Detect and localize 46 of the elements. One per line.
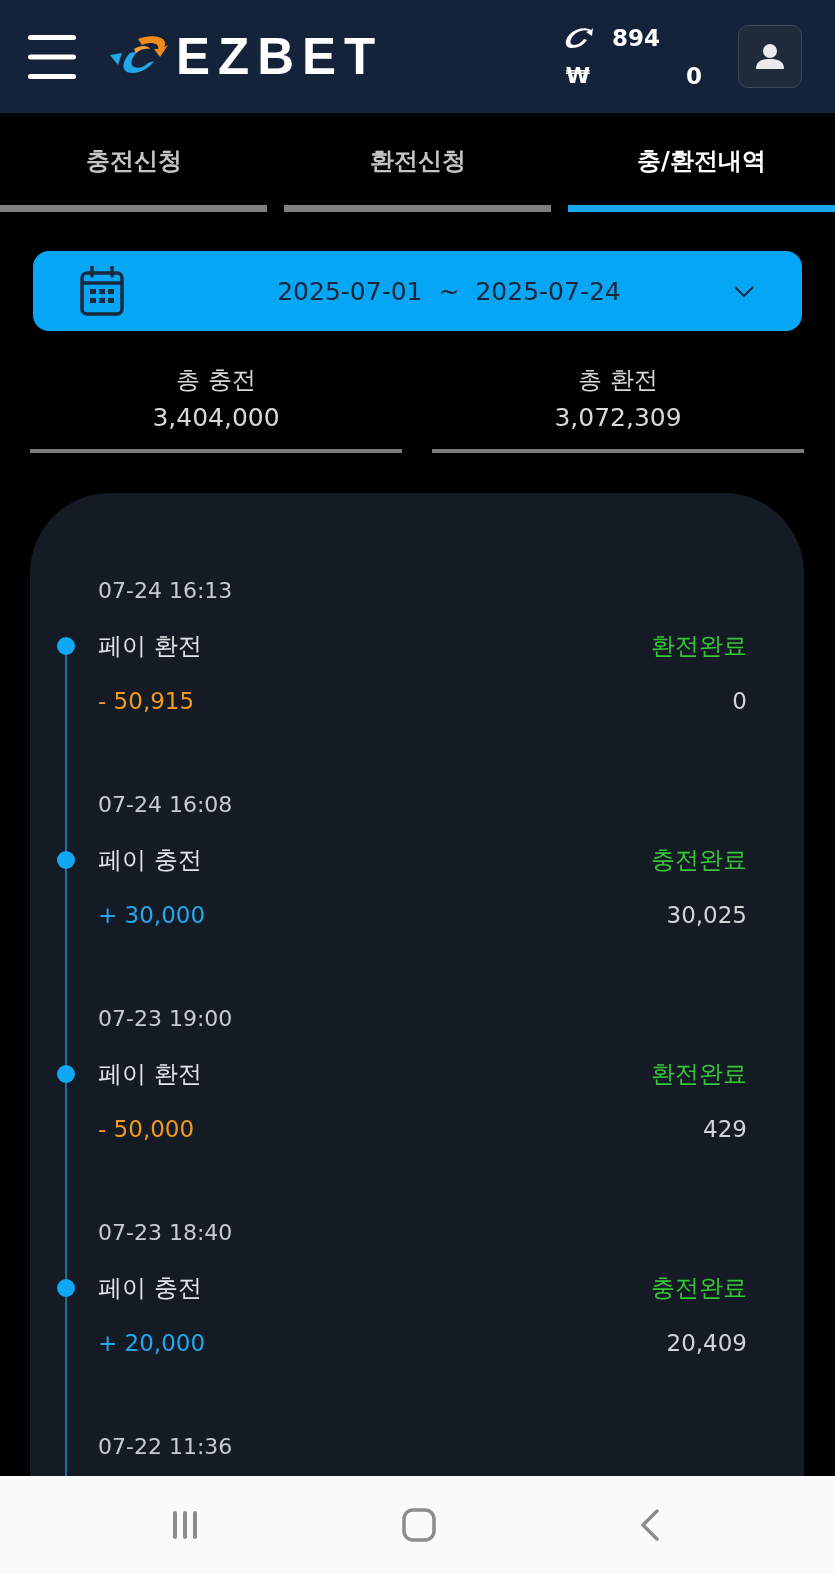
- transaction-title: 페이 충전: [98, 1272, 202, 1304]
- balance-text: 429: [703, 1115, 747, 1142]
- time-text: 07-22 11:36: [98, 1434, 233, 1459]
- transaction-title: 페이 환전: [98, 1058, 202, 1090]
- status-label: 충전완료: [651, 844, 747, 876]
- menu-button[interactable]: [28, 34, 76, 79]
- total-label: 총 충전: [176, 365, 256, 396]
- timeline-dot-icon: [57, 850, 75, 869]
- calendar-icon: [80, 266, 124, 316]
- points-value: 894: [612, 23, 661, 53]
- tab[interactable]: 충전신청: [0, 113, 267, 212]
- time-text: 07-24 16:08: [98, 792, 233, 817]
- tab[interactable]: 환전신청: [284, 113, 551, 212]
- total-label: 총 환전: [578, 365, 658, 396]
- balance-text: 30,025: [666, 901, 747, 928]
- profile-button[interactable]: [738, 25, 802, 88]
- total-value: 3,404,000: [152, 402, 280, 434]
- status-label: 충전완료: [651, 1272, 747, 1304]
- logo-text: EZBET: [176, 31, 384, 82]
- home-icon[interactable]: [402, 1508, 436, 1542]
- back-icon[interactable]: [640, 1509, 660, 1541]
- amount-text: + 30,000: [98, 901, 206, 928]
- amount-text: - 50,000: [98, 1115, 195, 1142]
- time-text: 07-23 18:40: [98, 1220, 233, 1245]
- status-label: 환전완료: [651, 1058, 747, 1090]
- currency-symbol: ₩: [565, 61, 591, 90]
- balance-value: 0: [686, 61, 702, 91]
- balance-text: 0: [732, 687, 747, 714]
- time-text: 07-24 16:13: [98, 578, 233, 603]
- time-text: 07-23 19:00: [98, 1006, 233, 1031]
- recents-icon[interactable]: [172, 1511, 198, 1539]
- timeline-dot-icon: [57, 1064, 75, 1083]
- menu-icon: [28, 34, 76, 79]
- timeline-dot-icon: [57, 1278, 75, 1297]
- amount-text: - 50,915: [98, 687, 195, 714]
- transaction-title: 페이 충전: [98, 844, 202, 876]
- timeline-dot-icon: [57, 636, 75, 655]
- status-label: 환전완료: [651, 630, 747, 662]
- total-value: 3,072,309: [554, 402, 682, 434]
- date-range-picker[interactable]: 2025-07-01 ~ 2025-07-24: [33, 251, 802, 331]
- chevron-down-icon: [734, 285, 754, 297]
- tab[interactable]: 충/환전내역: [568, 113, 835, 212]
- amount-text: + 20,000: [98, 1329, 206, 1356]
- transaction-title: 페이 환전: [98, 630, 202, 662]
- person-icon: [756, 42, 784, 71]
- balance-text: 20,409: [666, 1329, 747, 1356]
